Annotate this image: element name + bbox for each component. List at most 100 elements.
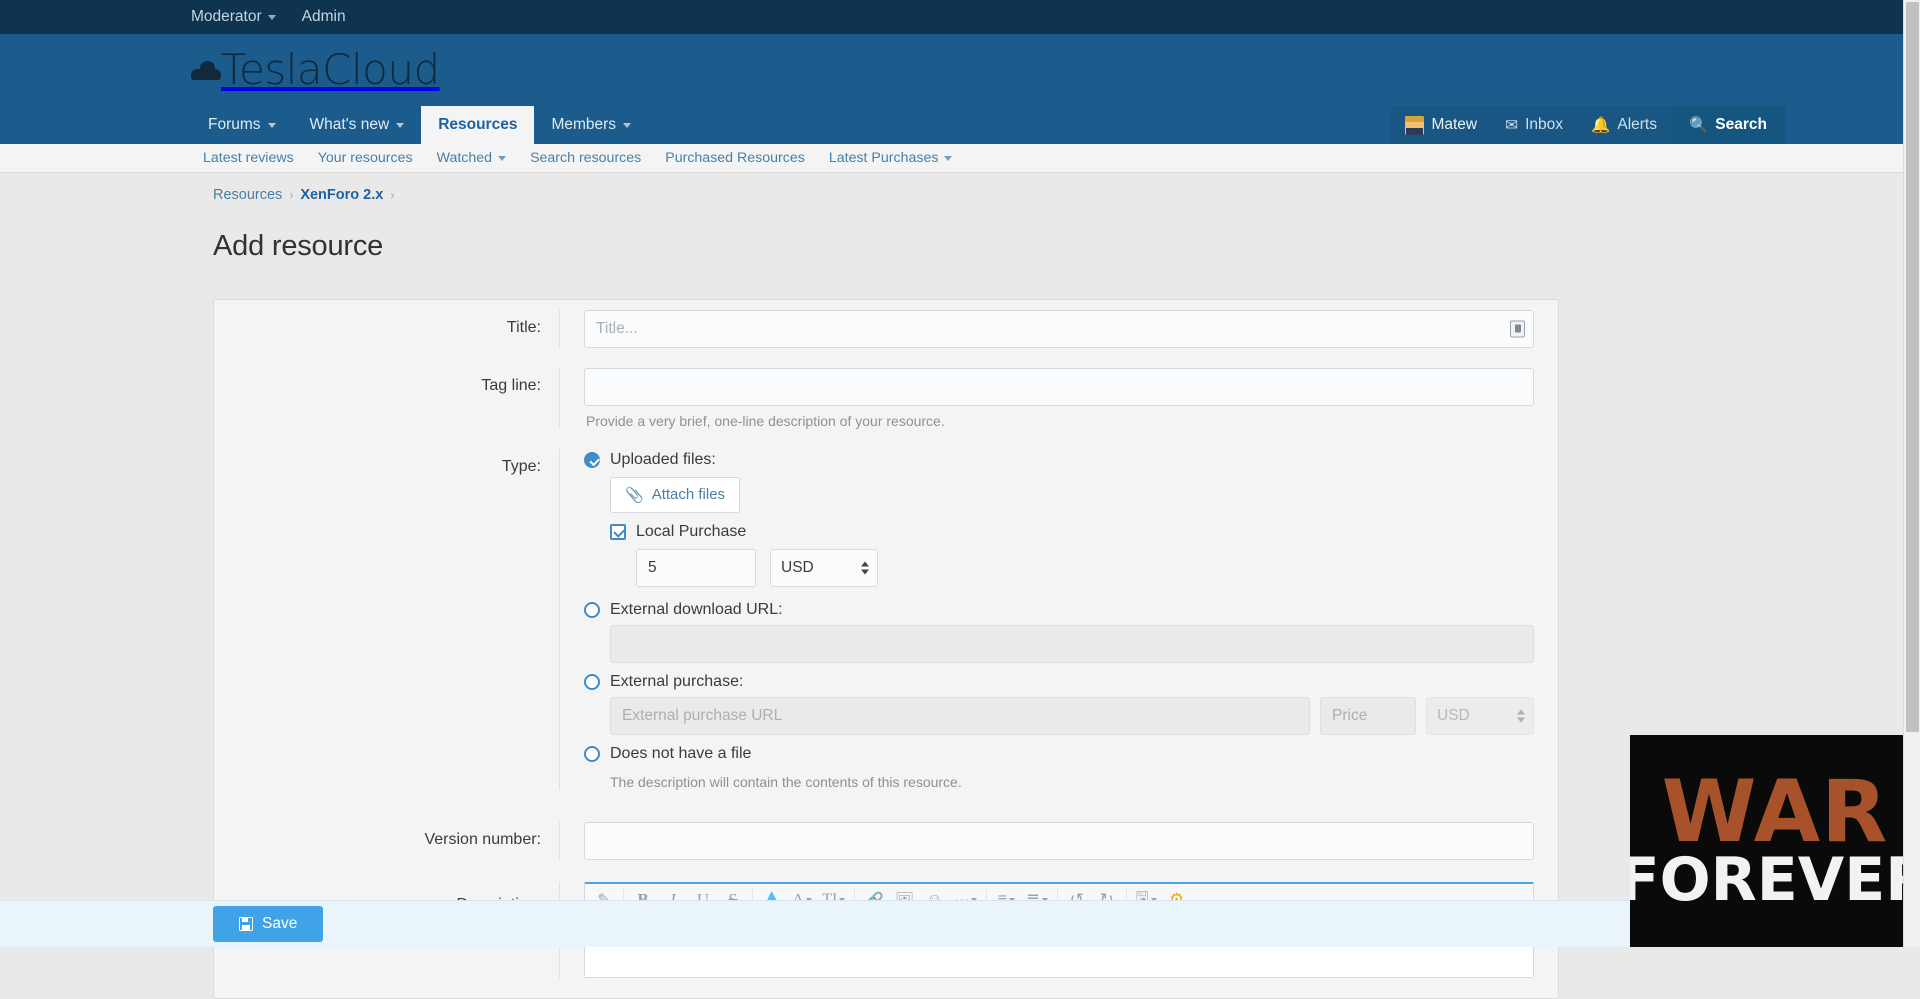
nav-tab-forums-label: Forums [208,116,261,133]
external-download-url-input[interactable] [610,624,1534,663]
subnav-your-resources-label: Your resources [317,150,413,166]
topbar-moderator-label: Moderator [191,8,262,25]
external-currency-select[interactable]: USD [1426,696,1534,735]
local-currency-select[interactable]: USD [770,548,878,587]
type-label: Type: [501,457,541,475]
nav-user-menu[interactable]: Matew [1391,106,1492,144]
external-purchase-url-input[interactable] [610,696,1310,735]
nav-tab-resources-label: Resources [438,116,518,133]
topbar-item-admin[interactable]: Admin [302,8,346,26]
radio-external-purchase-label: External purchase: [610,672,744,690]
breadcrumb-separator-icon: › [390,188,395,202]
nav-inbox-label: Inbox [1525,116,1564,133]
version-label: Version number: [424,830,541,848]
advertisement-overlay[interactable]: WAR FOREVER [1630,735,1920,947]
search-icon: 🔍 [1688,116,1709,134]
subnav-item-your-resources[interactable]: Your resources [306,150,425,166]
main-navigation: Forums What's new Resources Members Mate… [0,106,1920,144]
tagline-input[interactable] [584,367,1534,406]
prefix-icon[interactable] [1510,320,1525,338]
subnav-search-resources-label: Search resources [530,150,642,166]
tagline-hint: Provide a very brief, one-line descripti… [586,412,945,429]
radio-uploaded-files[interactable]: Uploaded files: [584,451,1534,469]
nav-alerts[interactable]: 🔔 Alerts [1577,106,1671,144]
version-input[interactable] [584,821,1534,860]
topbar-admin-label: Admin [301,8,346,25]
resources-subnavigation: Latest reviews Your resources Watched Se… [0,144,1920,173]
save-button-label: Save [262,915,298,932]
radio-unselected-icon [584,673,600,690]
nav-alerts-label: Alerts [1617,116,1657,133]
nav-search-label: Search [1715,116,1767,133]
page-scrollbar[interactable] [1903,0,1920,947]
radio-external-download-label: External download URL: [610,600,783,618]
nav-tab-whats-new-label: What's new [309,116,390,133]
local-currency-select-wrap: USD [770,548,878,587]
ad-line-1: WAR [1661,761,1889,862]
subnav-item-purchased-resources[interactable]: Purchased Resources [653,150,817,166]
external-currency-select-wrap: USD [1426,696,1534,735]
site-name: TeslaCloud [221,45,440,94]
subnav-latest-purchases-label: Latest Purchases [828,150,939,166]
add-resource-form: Title: Tag line: Provide a very brief, o… [213,298,1559,999]
external-price-input[interactable] [1320,696,1416,735]
tagline-label: Tag line: [481,376,541,394]
radio-no-file[interactable]: Does not have a file [584,745,1534,763]
nav-username-label: Matew [1431,116,1478,133]
nav-tab-forums[interactable]: Forums [191,106,293,144]
breadcrumb-item-resources[interactable]: Resources [213,187,282,203]
attach-files-label: Attach files [651,486,726,504]
subnav-watched-label: Watched [436,150,493,166]
no-file-hint: The description will contain the content… [610,773,962,790]
checkbox-checked-icon [610,523,626,540]
breadcrumb: Resources › XenForo 2.x › [191,173,1785,207]
nav-tab-resources[interactable]: Resources [421,106,535,144]
form-row-tagline: Tag line: Provide a very brief, one-line… [214,358,1558,439]
radio-uploaded-files-label: Uploaded files: [610,450,716,468]
title-input[interactable] [584,309,1534,348]
envelope-icon: ✉ [1505,116,1519,134]
subnav-purchased-resources-label: Purchased Resources [665,150,805,166]
subnav-latest-reviews-label: Latest reviews [203,150,294,166]
nav-tabs: Forums What's new Resources Members [191,106,648,144]
form-row-type: Type: Uploaded files: 📎 Attach files Loc… [214,439,1558,800]
ad-line-2: FOREVER [1630,845,1920,916]
breadcrumb-separator-icon: › [289,188,294,202]
site-logo[interactable]: TeslaCloud [191,49,440,91]
attach-files-button[interactable]: 📎 Attach files [610,476,741,513]
title-label: Title: [506,318,541,336]
nav-inbox[interactable]: ✉ Inbox [1491,106,1578,144]
subnav-item-latest-purchases[interactable]: Latest Purchases [817,150,965,166]
breadcrumb-item-xenforo[interactable]: XenForo 2.x [300,187,383,203]
page-title: Add resource [213,230,384,263]
cloud-icon [191,61,221,80]
scrollbar-thumb[interactable] [1906,2,1919,732]
subnav-item-search-resources[interactable]: Search resources [518,150,653,166]
nav-user-area: Matew ✉ Inbox 🔔 Alerts 🔍 Search [1391,106,1785,144]
radio-external-download[interactable]: External download URL: [584,601,1534,619]
radio-no-file-label: Does not have a file [610,744,752,762]
save-floppy-icon [239,917,253,931]
chevron-down-icon [396,122,405,128]
bell-icon: 🔔 [1591,116,1611,134]
avatar [1405,115,1425,135]
topbar-item-moderator[interactable]: Moderator [191,8,276,26]
radio-external-purchase[interactable]: External purchase: [584,673,1534,691]
checkbox-local-purchase[interactable]: Local Purchase [584,523,1534,541]
chevron-down-icon [623,122,632,128]
chevron-down-icon [267,122,276,128]
radio-selected-icon [584,451,600,468]
nav-search[interactable]: 🔍 Search [1670,106,1785,144]
local-price-input[interactable] [636,548,756,587]
save-button[interactable]: Save [213,906,324,942]
nav-tab-members[interactable]: Members [534,106,648,144]
form-row-version: Version number: [214,800,1558,870]
chevron-down-icon [498,155,507,161]
local-purchase-label: Local Purchase [636,522,747,540]
radio-unselected-icon [584,601,600,618]
subnav-item-latest-reviews[interactable]: Latest reviews [191,150,306,166]
nav-tab-whats-new[interactable]: What's new [293,106,422,144]
subnav-item-watched[interactable]: Watched [425,150,518,166]
chevron-down-icon [944,155,953,161]
nav-tab-members-label: Members [551,116,617,133]
